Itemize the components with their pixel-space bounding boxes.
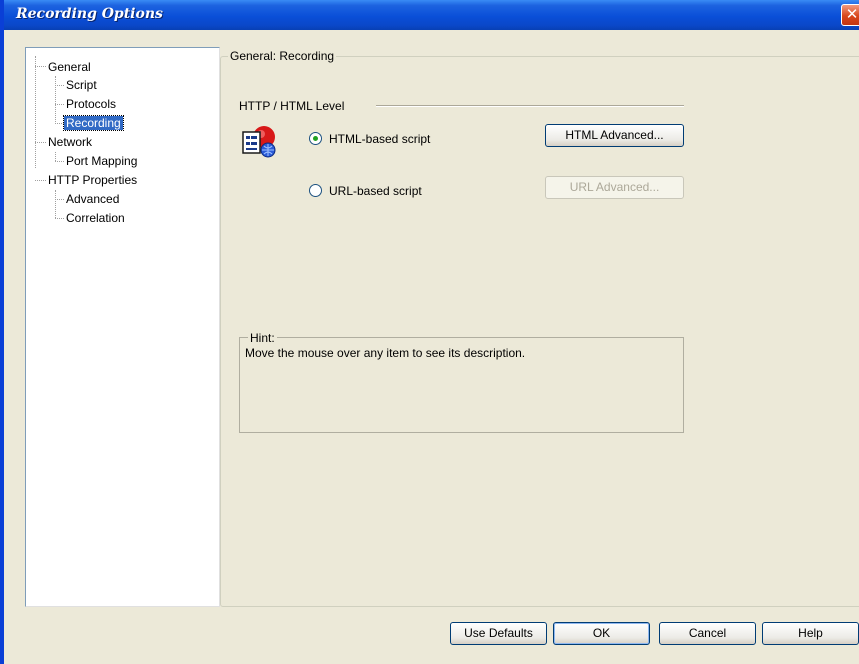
recording-options-window: Recording Options ✕ General Script Proto… [0,0,859,664]
script-document-icon [242,126,276,158]
tree-item-recording[interactable]: Recording [63,115,124,131]
use-defaults-button[interactable]: Use Defaults [450,622,547,645]
tree-connector [35,142,46,143]
hint-title: Hint: [248,331,277,345]
tree-connector [35,66,46,67]
group-title: General: Recording [228,49,337,63]
title-bar[interactable]: Recording Options ✕ [4,0,859,30]
tree-connector [55,190,56,218]
tree-item-label: HTTP Properties [48,173,138,187]
html-based-label[interactable]: HTML-based script [329,132,430,146]
tree-item-label: General [48,60,91,74]
hint-text: Move the mouse over any item to see its … [245,346,526,360]
tree-item-correlation[interactable]: Correlation [64,210,127,226]
cancel-button[interactable]: Cancel [659,622,756,645]
tree-connector [55,123,64,124]
tree-item-script[interactable]: Script [64,77,99,93]
close-icon: ✕ [845,6,859,23]
html-advanced-button[interactable]: HTML Advanced... [545,124,684,147]
tree-item-label: Advanced [66,192,120,206]
tree-item-general[interactable]: General [46,59,93,75]
tree-connector [35,180,46,181]
tree-item-label: Correlation [66,211,125,225]
close-button[interactable]: ✕ [841,4,859,26]
tree-connector [55,85,64,86]
section-separator [376,105,684,107]
html-based-radio[interactable] [309,132,322,145]
tree-item-label: Protocols [66,97,117,111]
tree-item-protocols[interactable]: Protocols [64,96,118,112]
tree-connector [55,76,56,124]
options-tree[interactable]: General Script Protocols Recording Netwo… [25,47,220,607]
url-advanced-button[interactable]: URL Advanced... [545,176,684,199]
tree-item-label: Script [66,78,97,92]
tree-item-network[interactable]: Network [46,134,94,150]
tree-item-label: Network [48,135,93,149]
section-title: HTTP / HTML Level [239,99,345,113]
tree-connector [55,199,64,200]
tree-connector [35,56,36,168]
url-based-label[interactable]: URL-based script [329,184,422,198]
tree-item-label: Recording [63,115,124,131]
tree-item-http-properties[interactable]: HTTP Properties [46,172,139,188]
tree-connector [55,104,64,105]
window-title: Recording Options [16,6,163,22]
url-based-radio[interactable] [309,184,322,197]
tree-connector [55,152,56,161]
tree-item-port-mapping[interactable]: Port Mapping [64,153,139,169]
tree-item-label: Port Mapping [66,154,138,168]
ok-button[interactable]: OK [553,622,650,645]
tree-item-advanced[interactable]: Advanced [64,191,121,207]
tree-connector [55,218,64,219]
tree-connector [55,161,64,162]
help-button[interactable]: Help [762,622,859,645]
